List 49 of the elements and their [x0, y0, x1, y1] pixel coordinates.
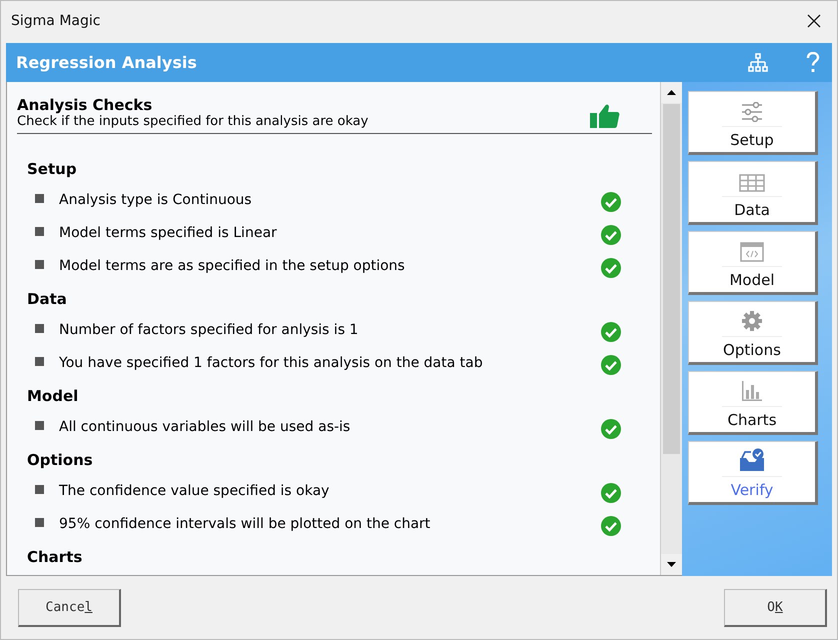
- check-text: 95% confidence intervals will be plotted on the chart: [59, 516, 432, 532]
- gear-icon: [741, 310, 763, 332]
- nav-button[interactable]: Model: [688, 231, 818, 295]
- nav-button[interactable]: Setup: [688, 91, 818, 155]
- scrollbar[interactable]: [660, 82, 682, 575]
- check-text: Analysis type is Continuous: [59, 192, 253, 208]
- ok-button[interactable]: OK: [724, 588, 827, 626]
- checks-title: Analysis Checks: [17, 96, 154, 114]
- scroll-down-button[interactable]: [661, 554, 682, 575]
- check-text: All continuous variables will be used as-is: [59, 418, 352, 434]
- check-text: Model terms are as specified in the setup options: [59, 258, 406, 274]
- section-title: Options: [26, 450, 94, 471]
- hierarchy-icon[interactable]: [748, 52, 768, 72]
- bullet-icon: [35, 518, 44, 527]
- code-window-icon: [740, 242, 764, 262]
- window-title: Sigma Magic: [11, 13, 100, 29]
- nav-button[interactable]: Verify: [688, 441, 818, 505]
- close-icon: [807, 14, 821, 28]
- bullet-icon: [35, 227, 44, 236]
- help-icon[interactable]: [806, 52, 820, 74]
- bullet-icon: [35, 357, 44, 366]
- down-arrow-icon: [667, 562, 676, 567]
- check-text: The confidence value specified is okay: [59, 482, 330, 498]
- bullet-icon: [35, 194, 44, 203]
- section-title: Data: [26, 289, 68, 310]
- bullet-icon: [35, 260, 44, 269]
- check-text: Model terms specified is Linear: [59, 224, 278, 240]
- header-title: Regression Analysis: [16, 53, 198, 72]
- checks-subtitle: Check if the inputs specified for this analysis are okay: [17, 114, 368, 129]
- up-arrow-icon: [667, 90, 676, 95]
- bullet-icon: [35, 485, 44, 494]
- check-text: You have specified 1 factors for this analysis on the data tab: [59, 354, 484, 370]
- nav-button[interactable]: Data: [688, 161, 818, 225]
- inbox-check-icon: [739, 448, 765, 472]
- nav-button[interactable]: Options: [688, 301, 818, 365]
- check-text: Number of factors specified for anlysis is 1: [59, 322, 360, 338]
- table-grid-icon: [739, 174, 765, 192]
- section-title: Setup: [26, 159, 78, 180]
- section-title: Charts: [26, 547, 84, 568]
- bullet-icon: [35, 324, 44, 333]
- nav-button[interactable]: Charts: [688, 371, 818, 435]
- scrollbar-thumb[interactable]: [663, 104, 680, 454]
- section-title: Model: [26, 386, 80, 407]
- cancel-button[interactable]: Cancel: [18, 588, 121, 626]
- sliders-icon: [741, 102, 763, 122]
- thumbs-up-icon: [590, 103, 620, 129]
- bullet-icon: [35, 421, 44, 430]
- bar-chart-icon: [741, 380, 763, 402]
- scroll-up-button[interactable]: [661, 82, 682, 103]
